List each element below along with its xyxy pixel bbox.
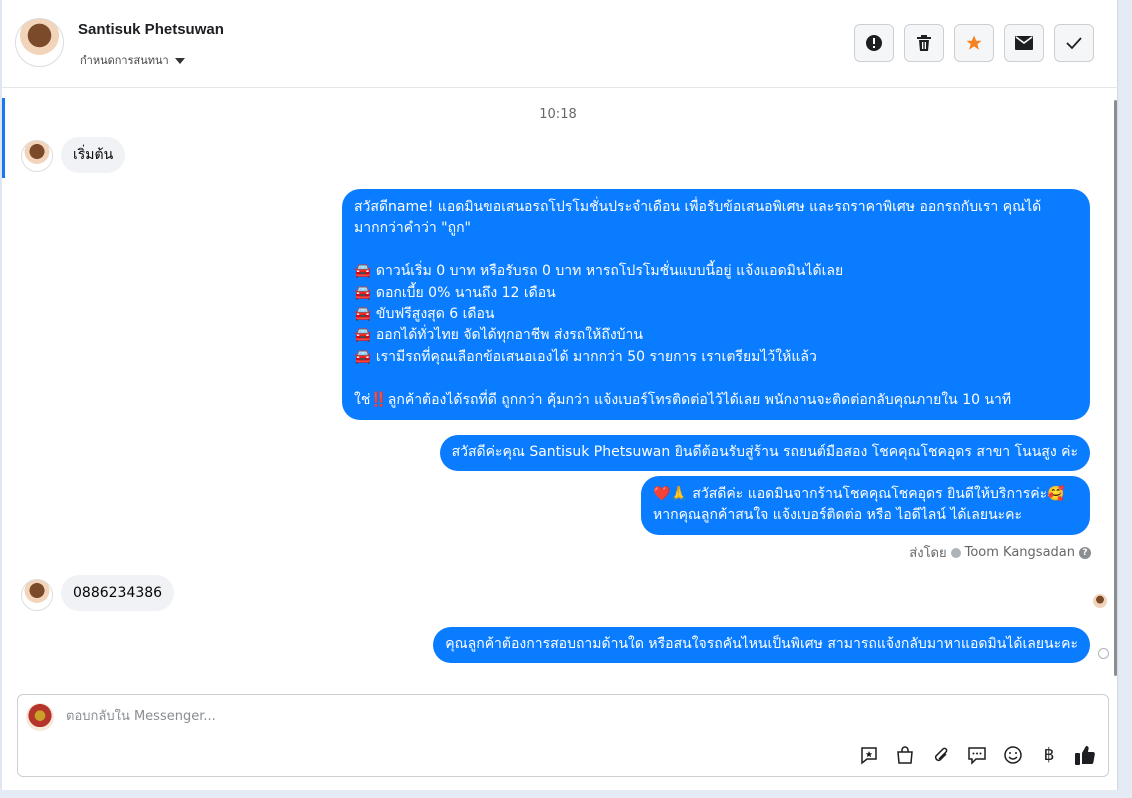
contact-avatar[interactable] bbox=[15, 18, 64, 67]
composer-toolbar: ฿ bbox=[858, 744, 1096, 766]
message-bubble-incoming[interactable]: เริ่มต้น bbox=[61, 137, 126, 173]
message-bubble-outgoing[interactable]: ❤️🙏 สวัสดีค่ะ แอดมินจากร้านโชคคุณโชคอุดร… bbox=[641, 476, 1090, 535]
emoji-button[interactable] bbox=[1002, 744, 1024, 766]
delete-button[interactable] bbox=[904, 24, 944, 62]
label-dropdown[interactable]: กำหนดการสนทนา bbox=[80, 51, 185, 69]
baht-icon: ฿ bbox=[1043, 745, 1055, 765]
sent-status-icon bbox=[1098, 648, 1109, 659]
caret-down-icon bbox=[174, 57, 185, 64]
message-bubble-outgoing[interactable]: สวัสดีname! แอดมินขอเสนอรถโปรโมชั่นประจำ… bbox=[342, 189, 1090, 420]
seen-avatar bbox=[1093, 594, 1107, 608]
message-timestamp: 10:18 bbox=[539, 107, 577, 122]
saved-reply-icon bbox=[861, 747, 877, 765]
thumbs-up-icon bbox=[1075, 746, 1095, 765]
shop-button[interactable] bbox=[894, 744, 916, 766]
report-button[interactable] bbox=[854, 24, 894, 62]
chat-bubble-icon bbox=[968, 747, 986, 765]
customer-avatar[interactable] bbox=[21, 579, 53, 611]
payment-button[interactable]: ฿ bbox=[1038, 744, 1060, 766]
mark-unread-button[interactable] bbox=[1004, 24, 1044, 62]
window-edge bbox=[1119, 0, 1132, 798]
shop-icon bbox=[897, 746, 913, 764]
check-icon bbox=[1066, 37, 1082, 50]
header-actions bbox=[854, 24, 1094, 62]
star-icon bbox=[966, 35, 982, 50]
alert-icon bbox=[866, 35, 882, 51]
sent-by-name: Toom Kangsadan bbox=[964, 545, 1075, 560]
like-button[interactable] bbox=[1074, 744, 1096, 766]
verified-icon bbox=[950, 547, 961, 558]
emoji-icon bbox=[1004, 746, 1022, 764]
attachment-icon bbox=[934, 747, 948, 762]
saved-reply-button[interactable] bbox=[858, 744, 880, 766]
reply-composer: ฿ bbox=[17, 694, 1109, 777]
conversation-panel: Santisuk Phetsuwan กำหนดการสนทนา 10:18 เ… bbox=[2, 0, 1118, 790]
sent-by-info: ส่งโดย Toom Kangsadan ? bbox=[909, 542, 1091, 563]
envelope-icon bbox=[1015, 36, 1033, 50]
mark-done-button[interactable] bbox=[1054, 24, 1094, 62]
window-edge-bottom bbox=[0, 790, 1132, 798]
attachment-button[interactable] bbox=[930, 744, 952, 766]
label-dropdown-text: กำหนดการสนทนา bbox=[80, 54, 169, 67]
scrollbar[interactable] bbox=[1114, 100, 1117, 676]
sent-by-prefix: ส่งโดย bbox=[909, 546, 947, 561]
help-icon[interactable]: ? bbox=[1079, 546, 1091, 559]
message-bubble-outgoing[interactable]: สวัสดีค่ะคุณ Santisuk Phetsuwan ยินดีต้อ… bbox=[439, 435, 1090, 471]
message-bubble-outgoing[interactable]: คุณลูกค้าต้องการสอบถามด้านใด หรือสนใจรถค… bbox=[433, 627, 1090, 663]
conversation-header: Santisuk Phetsuwan กำหนดการสนทนา bbox=[2, 0, 1118, 88]
trash-icon bbox=[917, 35, 931, 51]
contact-name[interactable]: Santisuk Phetsuwan bbox=[78, 21, 224, 38]
star-button[interactable] bbox=[954, 24, 994, 62]
reply-input[interactable] bbox=[66, 709, 966, 724]
page-avatar bbox=[26, 703, 54, 731]
chat-button[interactable] bbox=[966, 744, 988, 766]
message-bubble-incoming[interactable]: 0886234386 bbox=[61, 575, 175, 611]
customer-avatar[interactable] bbox=[21, 140, 53, 172]
